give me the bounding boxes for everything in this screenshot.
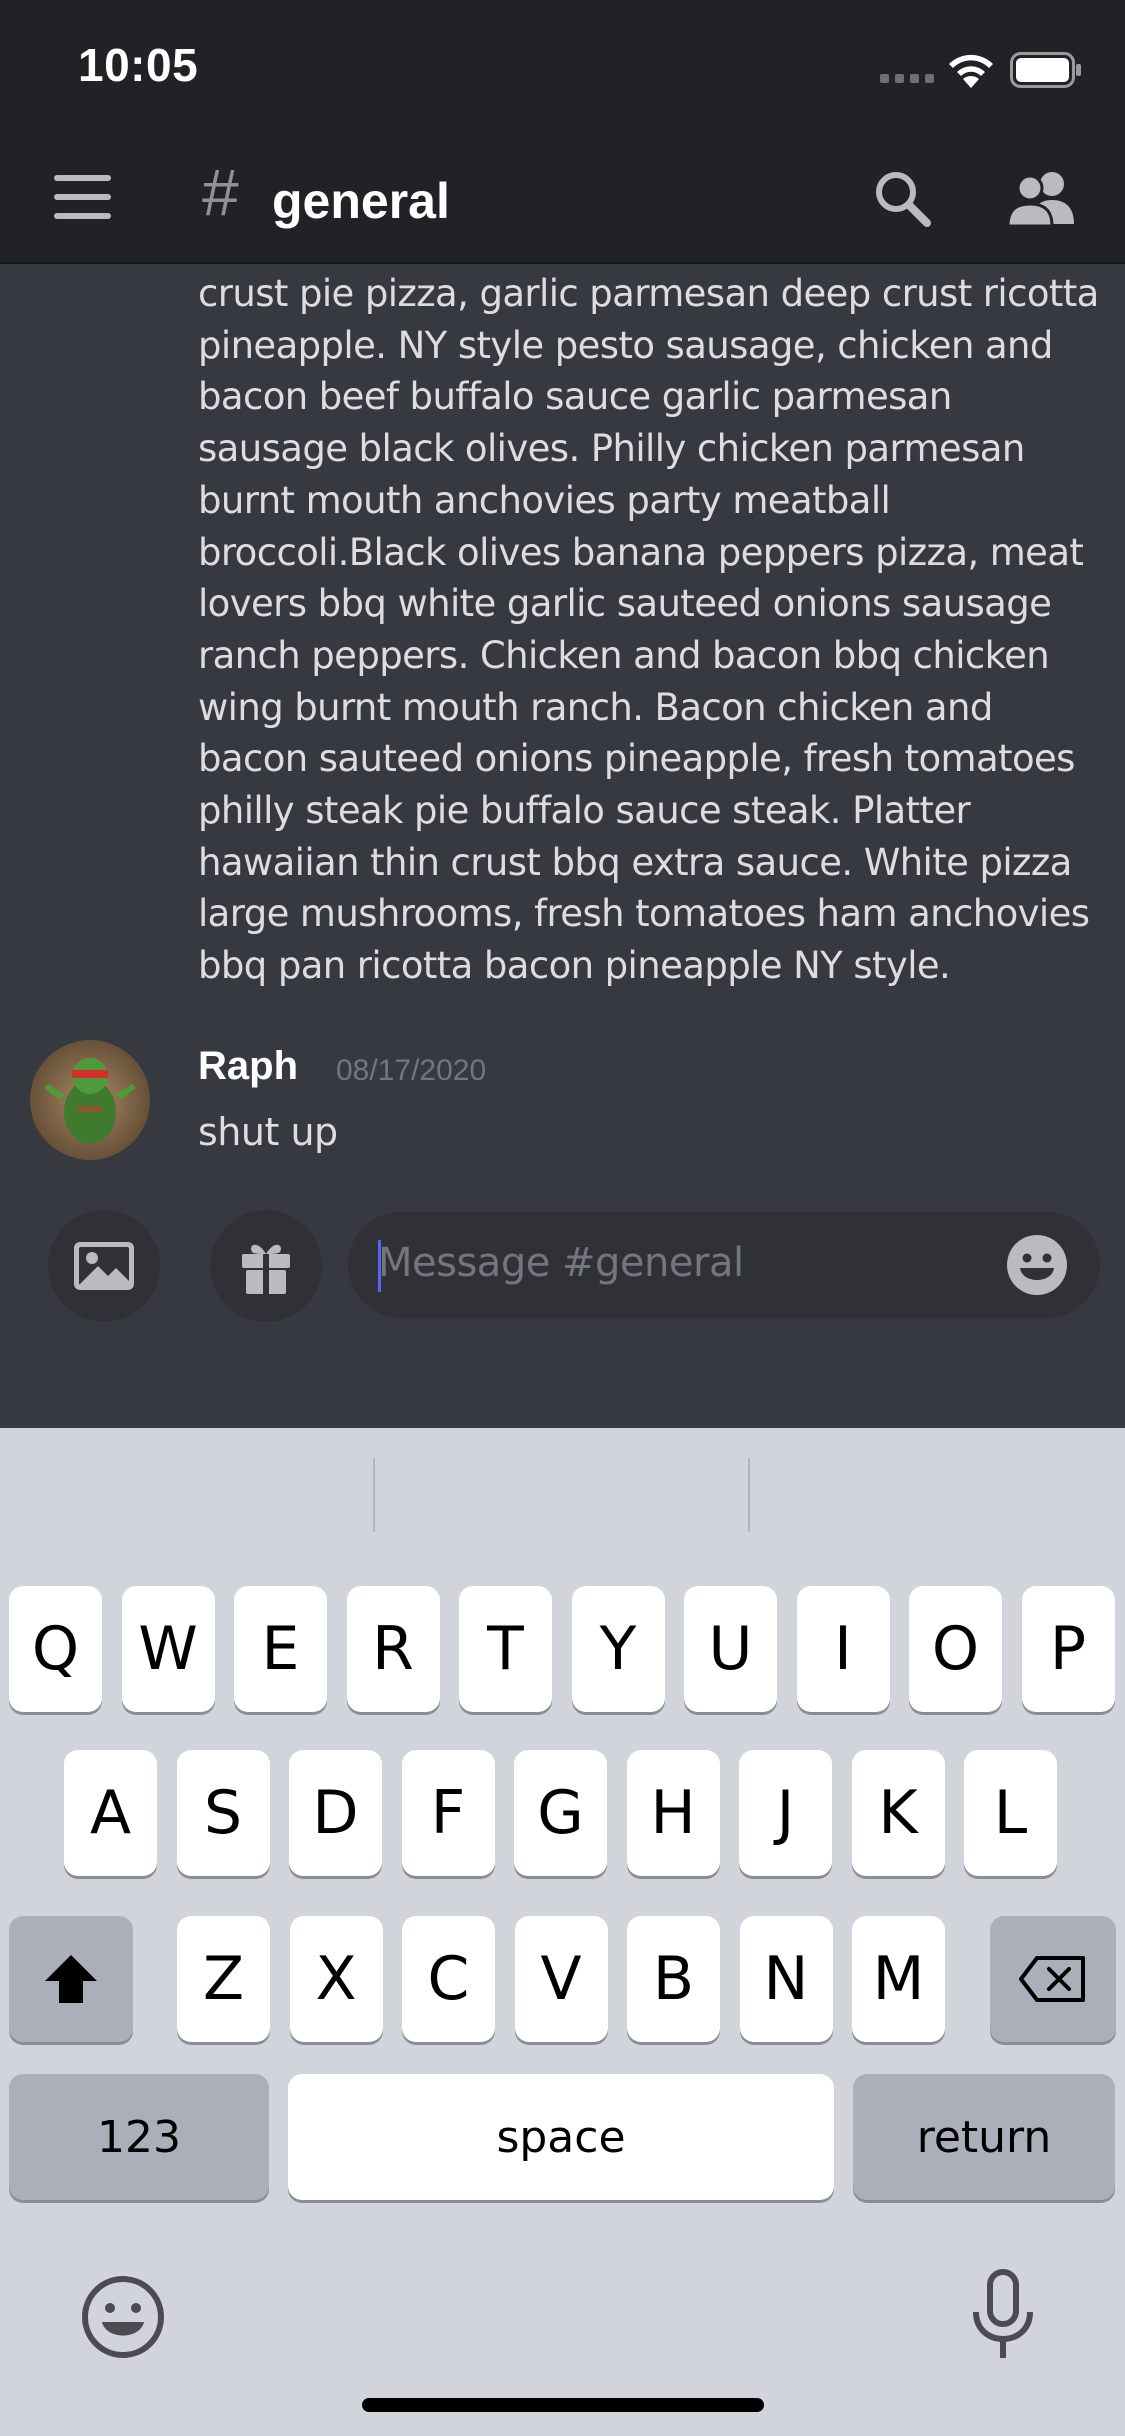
key-w[interactable]: W [121, 1586, 215, 1712]
key-q[interactable]: Q [9, 1586, 102, 1712]
keyboard: QWERTYUIOP ASDFGHJKL ZXCVBNM 123 space r… [0, 1428, 1125, 2436]
key-d[interactable]: D [289, 1750, 382, 1876]
message-text: shut up [198, 1110, 338, 1154]
key-e[interactable]: E [234, 1586, 327, 1712]
key-u[interactable]: U [684, 1586, 777, 1712]
key-i[interactable]: I [796, 1586, 890, 1712]
attach-image-button[interactable] [48, 1210, 160, 1322]
message-composer: Message #general [0, 1204, 1125, 1428]
key-b[interactable]: B [627, 1916, 720, 2042]
members-icon[interactable] [1004, 168, 1078, 228]
channel-hash-icon: # [202, 155, 239, 229]
key-t[interactable]: T [459, 1586, 552, 1712]
cellular-signal-icon [880, 74, 934, 84]
home-indicator [362, 2398, 764, 2412]
app: 10:05 # general crust pie pizza, garlic … [0, 0, 1125, 2436]
key-j[interactable]: J [739, 1750, 832, 1876]
key-s[interactable]: S [176, 1750, 270, 1876]
backspace-icon [1019, 1956, 1085, 2002]
message-timestamp: 08/17/2020 [336, 1054, 487, 1087]
gift-icon [242, 1244, 290, 1294]
key-n[interactable]: N [739, 1916, 833, 2042]
key-o[interactable]: O [909, 1586, 1002, 1712]
key-c[interactable]: C [402, 1916, 495, 2042]
message-input-placeholder: Message #general [378, 1240, 744, 1286]
space-key[interactable]: space [288, 2074, 834, 2200]
key-y[interactable]: Y [571, 1586, 665, 1712]
key-v[interactable]: V [514, 1916, 608, 2042]
microphone-icon[interactable] [968, 2268, 1038, 2364]
suggestion-divider [748, 1458, 750, 1532]
channel-title: general [272, 173, 450, 229]
delete-key[interactable] [990, 1916, 1116, 2042]
key-a[interactable]: A [64, 1750, 157, 1876]
message-author[interactable]: Raph [198, 1044, 298, 1089]
key-h[interactable]: H [626, 1750, 720, 1876]
turtle-avatar-image [30, 1040, 150, 1160]
numbers-key[interactable]: 123 [9, 2074, 269, 2200]
suggestion-divider [373, 1458, 375, 1532]
shift-key[interactable] [9, 1916, 133, 2042]
key-m[interactable]: M [852, 1916, 945, 2042]
battery-icon [1010, 52, 1081, 88]
channel-header: # general [0, 132, 1125, 264]
menu-icon[interactable] [54, 175, 114, 221]
gift-button[interactable] [210, 1210, 322, 1322]
avatar[interactable] [30, 1040, 150, 1160]
key-g[interactable]: G [514, 1750, 607, 1876]
shift-icon [45, 1955, 97, 2003]
message-text-continued: crust pie pizza, garlic parmesan deep cr… [198, 272, 1099, 988]
key-l[interactable]: L [964, 1750, 1057, 1876]
search-icon[interactable] [872, 168, 932, 228]
key-k[interactable]: K [851, 1750, 945, 1876]
status-bar: 10:05 [0, 0, 1125, 132]
key-f[interactable]: F [401, 1750, 495, 1876]
key-r[interactable]: R [346, 1586, 440, 1712]
key-z[interactable]: Z [177, 1916, 270, 2042]
return-key[interactable]: return [853, 2074, 1115, 2200]
status-time: 10:05 [78, 39, 199, 91]
message-input[interactable]: Message #general [348, 1212, 1100, 1318]
key-p[interactable]: P [1021, 1586, 1115, 1712]
message-list[interactable]: crust pie pizza, garlic parmesan deep cr… [0, 264, 1125, 1204]
emoji-icon[interactable] [1006, 1234, 1068, 1296]
emoji-keyboard-icon[interactable] [80, 2274, 166, 2360]
image-icon [74, 1242, 134, 1290]
key-x[interactable]: X [289, 1916, 383, 2042]
wifi-icon [949, 54, 993, 88]
text-caret [378, 1240, 381, 1292]
